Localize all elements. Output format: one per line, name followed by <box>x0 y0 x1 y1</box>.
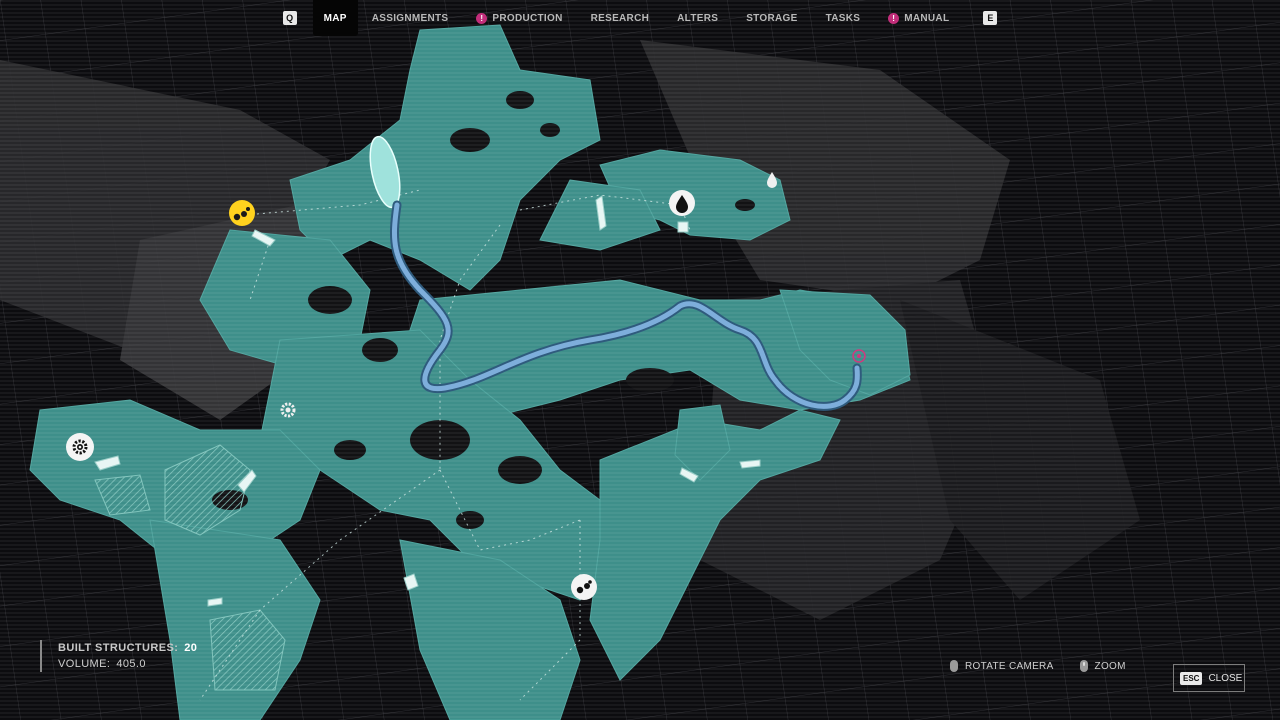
tab-label: STORAGE <box>746 12 798 24</box>
tab-label: ASSIGNMENTS <box>371 12 449 24</box>
tab-alters[interactable]: ALTERS <box>663 0 732 36</box>
mouse-wheel-icon <box>1079 660 1088 672</box>
tab-manual[interactable]: ! MANUAL <box>874 0 963 36</box>
rotate-camera-hint: ROTATE CAMERA <box>950 660 1054 672</box>
alert-badge-icon: ! <box>888 12 900 24</box>
map-canvas[interactable] <box>0 0 1280 720</box>
tab-storage[interactable]: STORAGE <box>732 0 811 36</box>
tab-label: TASKS <box>825 12 861 24</box>
built-structures-value: 20 <box>184 642 198 654</box>
zoom-label: ZOOM <box>1094 660 1126 672</box>
tab-label: MANUAL <box>904 12 950 24</box>
tab-production[interactable]: ! PRODUCTION <box>462 0 576 36</box>
alert-badge-icon: ! <box>476 12 488 24</box>
zoom-hint: ZOOM <box>1079 660 1126 672</box>
water-resource-marker[interactable] <box>669 190 695 216</box>
tab-map[interactable]: MAP <box>312 0 358 36</box>
rotate-camera-label: ROTATE CAMERA <box>965 660 1054 672</box>
ore-marker-bottom[interactable] <box>571 574 597 600</box>
tab-list: Q MAP ASSIGNMENTS ! PRODUCTION RESEARCH A… <box>282 0 998 36</box>
volume-row: VOLUME: 405.0 <box>58 656 197 672</box>
volume-label: VOLUME: <box>58 658 111 670</box>
built-structures-row: BUILT STRUCTURES: 20 <box>58 640 197 656</box>
close-label: CLOSE <box>1208 672 1243 684</box>
scanline-overlay <box>0 0 1280 720</box>
close-button[interactable]: ESC CLOSE <box>1173 664 1245 692</box>
control-hints: ROTATE CAMERA ZOOM <box>950 660 1152 672</box>
next-tab-key[interactable]: E <box>983 11 998 25</box>
tab-label: RESEARCH <box>590 12 650 24</box>
volume-value: 405.0 <box>116 658 146 670</box>
mouse-right-icon <box>950 660 958 672</box>
tab-assignments[interactable]: ASSIGNMENTS <box>358 0 463 36</box>
tab-label: MAP <box>323 12 347 24</box>
tab-tasks[interactable]: TASKS <box>812 0 875 36</box>
yellow-resource-marker[interactable] <box>229 200 255 226</box>
built-structures-label: BUILT STRUCTURES: <box>58 642 179 654</box>
base-stats: BUILT STRUCTURES: 20 VOLUME: 405.0 <box>40 640 197 672</box>
esc-key: ESC <box>1180 671 1203 685</box>
prev-tab-key[interactable]: Q <box>282 11 297 25</box>
gear-marker-left[interactable] <box>66 433 94 461</box>
top-tab-bar: Q MAP ASSIGNMENTS ! PRODUCTION RESEARCH A… <box>0 0 1280 38</box>
tab-label: ALTERS <box>677 12 719 24</box>
tab-research[interactable]: RESEARCH <box>577 0 664 36</box>
tab-label: PRODUCTION <box>492 12 563 24</box>
